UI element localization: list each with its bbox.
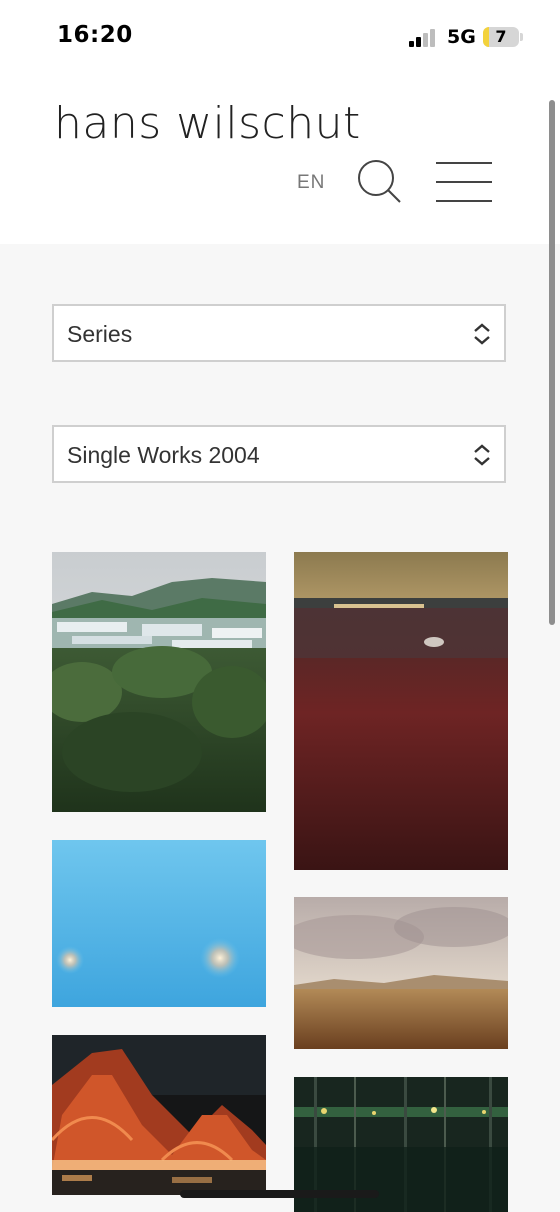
coastal-greenhouse-valley-photo <box>52 552 266 812</box>
battery-level: 7 <box>495 27 507 46</box>
site-header: hans wilschut EN <box>0 72 560 244</box>
status-time: 16:20 <box>57 22 133 48</box>
gallery-item-4[interactable] <box>294 897 508 1049</box>
work-select[interactable]: Single Works 2004 <box>52 425 506 483</box>
home-indicator[interactable] <box>180 1190 379 1198</box>
search-icon[interactable] <box>355 158 403 206</box>
gallery-item-3[interactable] <box>52 840 266 1007</box>
site-logo[interactable]: hans wilschut <box>54 98 361 149</box>
page-scrollbar[interactable] <box>549 100 555 625</box>
hamburger-menu-icon[interactable] <box>436 162 492 202</box>
battery-icon: 7 <box>483 27 519 47</box>
desert-plain-overcast-photo <box>294 897 508 1049</box>
select-chevron-icon <box>474 323 490 345</box>
red-heath-harbor-dusk-photo <box>294 552 508 870</box>
battery-tip <box>520 33 523 41</box>
language-switcher[interactable]: EN <box>297 172 325 194</box>
illuminated-railway-bridge-night-photo <box>52 1035 266 1195</box>
gallery-item-1[interactable] <box>52 552 266 812</box>
series-select[interactable]: Series <box>52 304 506 362</box>
work-select-value: Single Works 2004 <box>67 442 260 468</box>
blue-haze-lights-photo <box>52 840 266 1007</box>
network-type: 5G <box>447 26 476 48</box>
gallery-item-2[interactable] <box>294 552 508 870</box>
series-select-value: Series <box>67 321 133 347</box>
status-bar: 16:20 5G 7 <box>0 0 560 72</box>
cellular-signal-icon <box>409 29 439 47</box>
gallery-item-5[interactable] <box>52 1035 266 1195</box>
select-chevron-icon <box>474 444 490 466</box>
